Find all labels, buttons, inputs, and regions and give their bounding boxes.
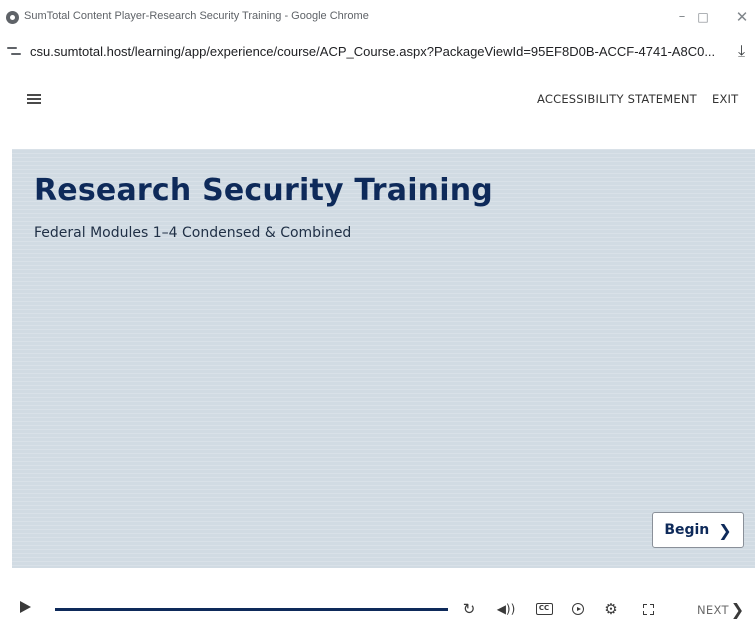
exit-link[interactable]: EXIT <box>712 92 738 106</box>
url-field[interactable]: csu.sumtotal.host/learning/app/experienc… <box>30 44 715 59</box>
playback-speed-icon[interactable] <box>567 598 589 620</box>
site-info-icon[interactable] <box>7 45 21 57</box>
chevron-right-icon: ❯ <box>730 600 745 619</box>
slide-subtitle: Federal Modules 1–4 Condensed & Combined <box>34 225 352 241</box>
progress-fill <box>55 608 448 611</box>
accessibility-statement-link[interactable]: ACCESSIBILITY STATEMENT <box>537 92 697 106</box>
hamburger-menu-icon[interactable] <box>27 94 41 104</box>
next-button[interactable]: NEXT ❯ <box>697 600 744 619</box>
chevron-right-icon: ❯ <box>718 520 732 540</box>
course-header: ACCESSIBILITY STATEMENT EXIT <box>0 68 755 148</box>
gear-icon[interactable]: ⚙ <box>600 598 622 620</box>
begin-button-label: Begin <box>664 522 710 538</box>
download-icon[interactable]: ⤓ <box>738 41 745 61</box>
cc-icon[interactable]: CC <box>533 598 555 620</box>
begin-button[interactable]: Begin ❯ <box>652 512 744 548</box>
next-button-label: NEXT <box>697 602 729 617</box>
browser-title-bar: SumTotal Content Player-Research Securit… <box>0 0 755 36</box>
maximize-button[interactable]: □ <box>689 6 717 28</box>
address-bar: csu.sumtotal.host/learning/app/experienc… <box>0 36 755 68</box>
player-controls: ↻ ◀)) CC ⚙ NEXT ❯ <box>0 590 755 628</box>
chrome-icon <box>6 11 19 24</box>
slide-title: Research Security Training <box>34 173 493 208</box>
fullscreen-icon[interactable] <box>637 598 659 620</box>
play-icon[interactable] <box>20 601 31 613</box>
volume-icon[interactable]: ◀)) <box>495 598 517 620</box>
progress-bar[interactable] <box>55 608 448 611</box>
cc-label: CC <box>535 603 553 615</box>
window-title: SumTotal Content Player-Research Securit… <box>24 10 369 22</box>
close-button[interactable]: ✕ <box>728 6 755 28</box>
course-slide: Research Security Training Federal Modul… <box>12 149 755 568</box>
replay-icon[interactable]: ↻ <box>458 598 480 620</box>
